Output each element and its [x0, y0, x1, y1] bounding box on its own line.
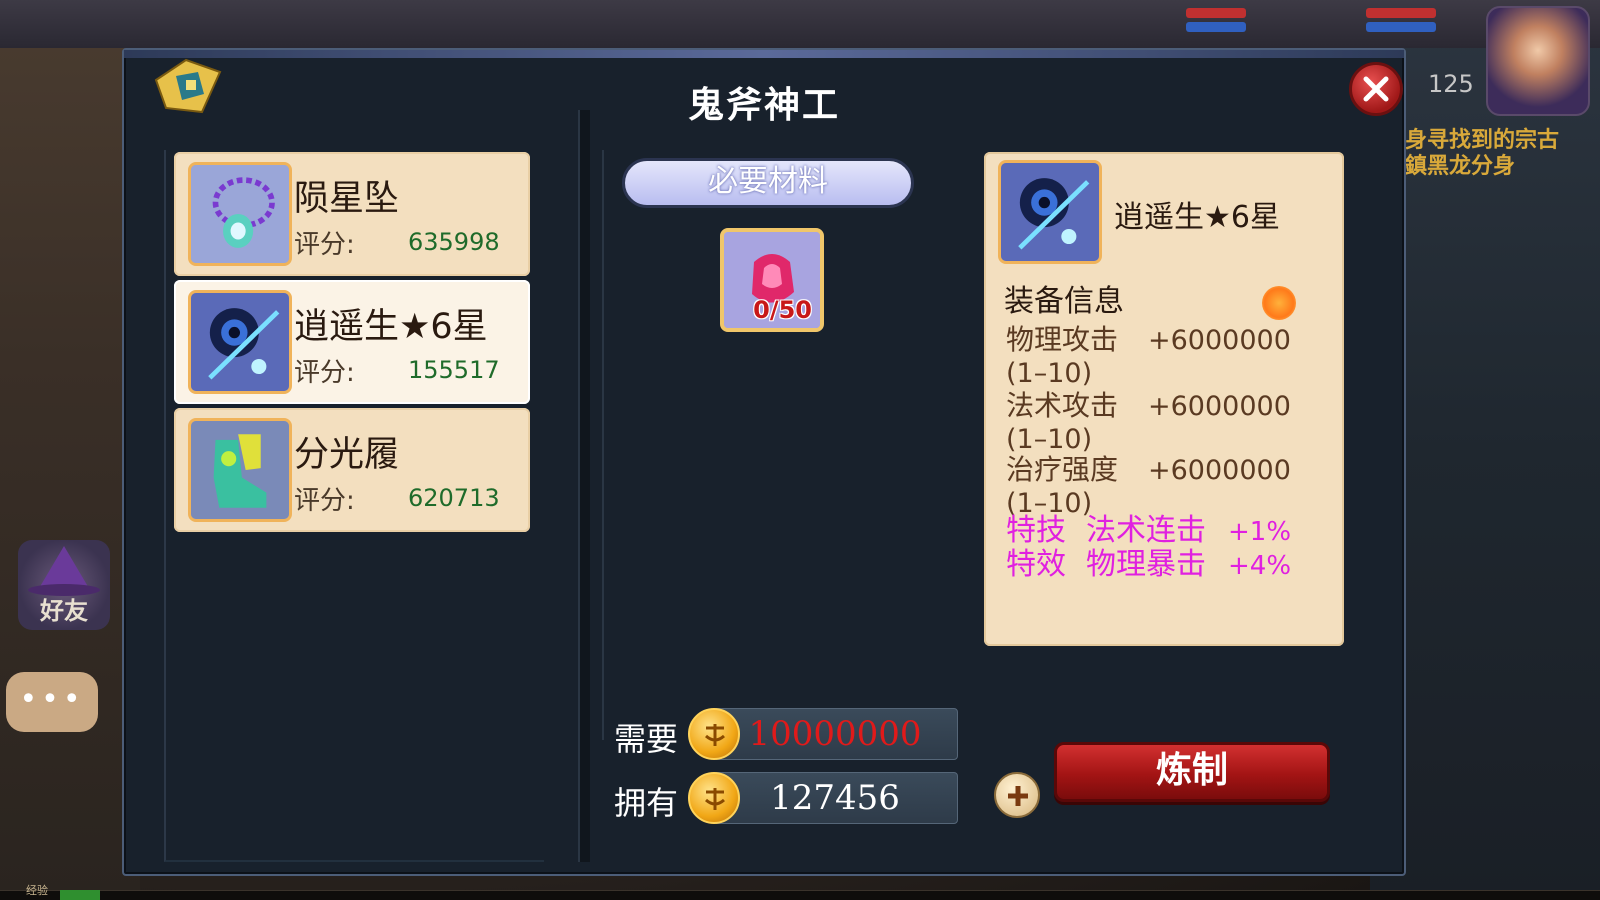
equipment-score: 635998 [408, 228, 500, 256]
equipment-score-label: 评分: [294, 230, 355, 260]
chat-button[interactable]: ••• [6, 672, 98, 732]
add-currency-button[interactable] [994, 772, 1040, 818]
detail-stat-row: 物理攻击 +6000000 (1–10) [1006, 324, 1336, 390]
player-level: 125 [1428, 70, 1474, 98]
special-kind: 特效 [1006, 547, 1066, 582]
stat-name: 物理攻击 [1006, 323, 1119, 356]
background-left [0, 0, 140, 900]
equipment-score-label: 评分: [294, 358, 355, 388]
panel-divider-inner [602, 150, 604, 740]
equipment-item-boots[interactable]: 分光履 评分: 620713 [174, 408, 530, 532]
hp-bar [1186, 8, 1246, 18]
equipment-item-name: 逍遥生★6星 [294, 307, 488, 347]
pet-mp-bar [1366, 22, 1436, 32]
exp-bar-fill [60, 890, 100, 900]
chat-dots-icon: ••• [19, 682, 85, 717]
close-button[interactable] [1349, 62, 1403, 116]
detail-section-title: 装备信息 [1004, 284, 1124, 319]
pet-hp-bar [1366, 8, 1436, 18]
equipment-item-weapon[interactable]: 逍遥生★6星 评分: 1555173 [174, 280, 530, 404]
have-label: 拥有 [614, 784, 679, 822]
craft-button[interactable]: 炼制 [1054, 742, 1330, 802]
have-amount: 127456 [712, 772, 958, 824]
equipment-item-name: 陨星坠 [294, 179, 400, 219]
spiral-gem-icon [1262, 286, 1296, 320]
special-value: +4% [1228, 551, 1292, 581]
detail-stat-row: 治疗强度 +6000000 (1–10) [1006, 454, 1336, 520]
boots-icon [188, 418, 292, 522]
required-materials-header: 必要材料 [622, 158, 914, 208]
detail-stat-row: 法术攻击 +6000000 (1–10) [1006, 390, 1336, 456]
special-name: 物理暴击 [1086, 547, 1206, 582]
plus-icon [1008, 786, 1028, 806]
exp-label: 经验 [26, 884, 48, 897]
panel-divider [578, 110, 590, 862]
close-icon [1363, 76, 1389, 102]
material-slot[interactable]: 0/50 [720, 228, 824, 332]
equipment-score: 620713 [408, 484, 500, 512]
pendant-icon [188, 162, 292, 266]
equipment-item-name: 分光履 [294, 435, 400, 475]
special-value: +1% [1228, 517, 1292, 547]
equipment-detail-card: 逍遥生★6星 装备信息 物理攻击 +6000000 (1–10) 法术攻击 +600… [984, 152, 1344, 646]
gold-coin-icon [688, 772, 740, 824]
detail-special-row: 特技 法术连击 +1% [1006, 514, 1291, 549]
weapon-fan-icon [188, 290, 292, 394]
special-kind: 特技 [1006, 513, 1066, 548]
crafting-panel: 鬼斧神工 陨星坠 评分: 635998 逍遥生★6星 评分: 155517 分光… [122, 48, 1406, 876]
need-label: 需要 [614, 720, 679, 758]
background-top [0, 0, 1600, 48]
need-amount: 10000000 [712, 708, 958, 760]
equipment-score: 1555173 [408, 356, 500, 384]
gold-coin-icon [688, 708, 740, 760]
player-portrait[interactable] [1486, 6, 1590, 116]
window-title: 鬼斧神工 [687, 85, 840, 126]
special-name: 法术连击 [1086, 513, 1206, 548]
exp-bar [0, 890, 1600, 900]
stat-name: 法术攻击 [1006, 389, 1119, 422]
material-count: 0/50 [753, 296, 812, 324]
mp-bar [1186, 22, 1246, 32]
weapon-fan-icon [998, 160, 1102, 264]
title-band [124, 50, 1404, 58]
quest-text-line-2[interactable]: 鎮黑龙分身 [1405, 148, 1515, 180]
equipment-item-pendant[interactable]: 陨星坠 评分: 635998 [174, 152, 530, 276]
detail-special-row: 特效 物理暴击 +4% [1006, 548, 1291, 583]
detail-item-name: 逍遥生★6星 [1114, 200, 1280, 235]
equipment-score-label: 评分: [294, 486, 355, 516]
friends-button[interactable]: 好友 [18, 540, 110, 630]
friends-label: 好友 [40, 597, 88, 625]
stat-name: 治疗强度 [1006, 453, 1119, 486]
